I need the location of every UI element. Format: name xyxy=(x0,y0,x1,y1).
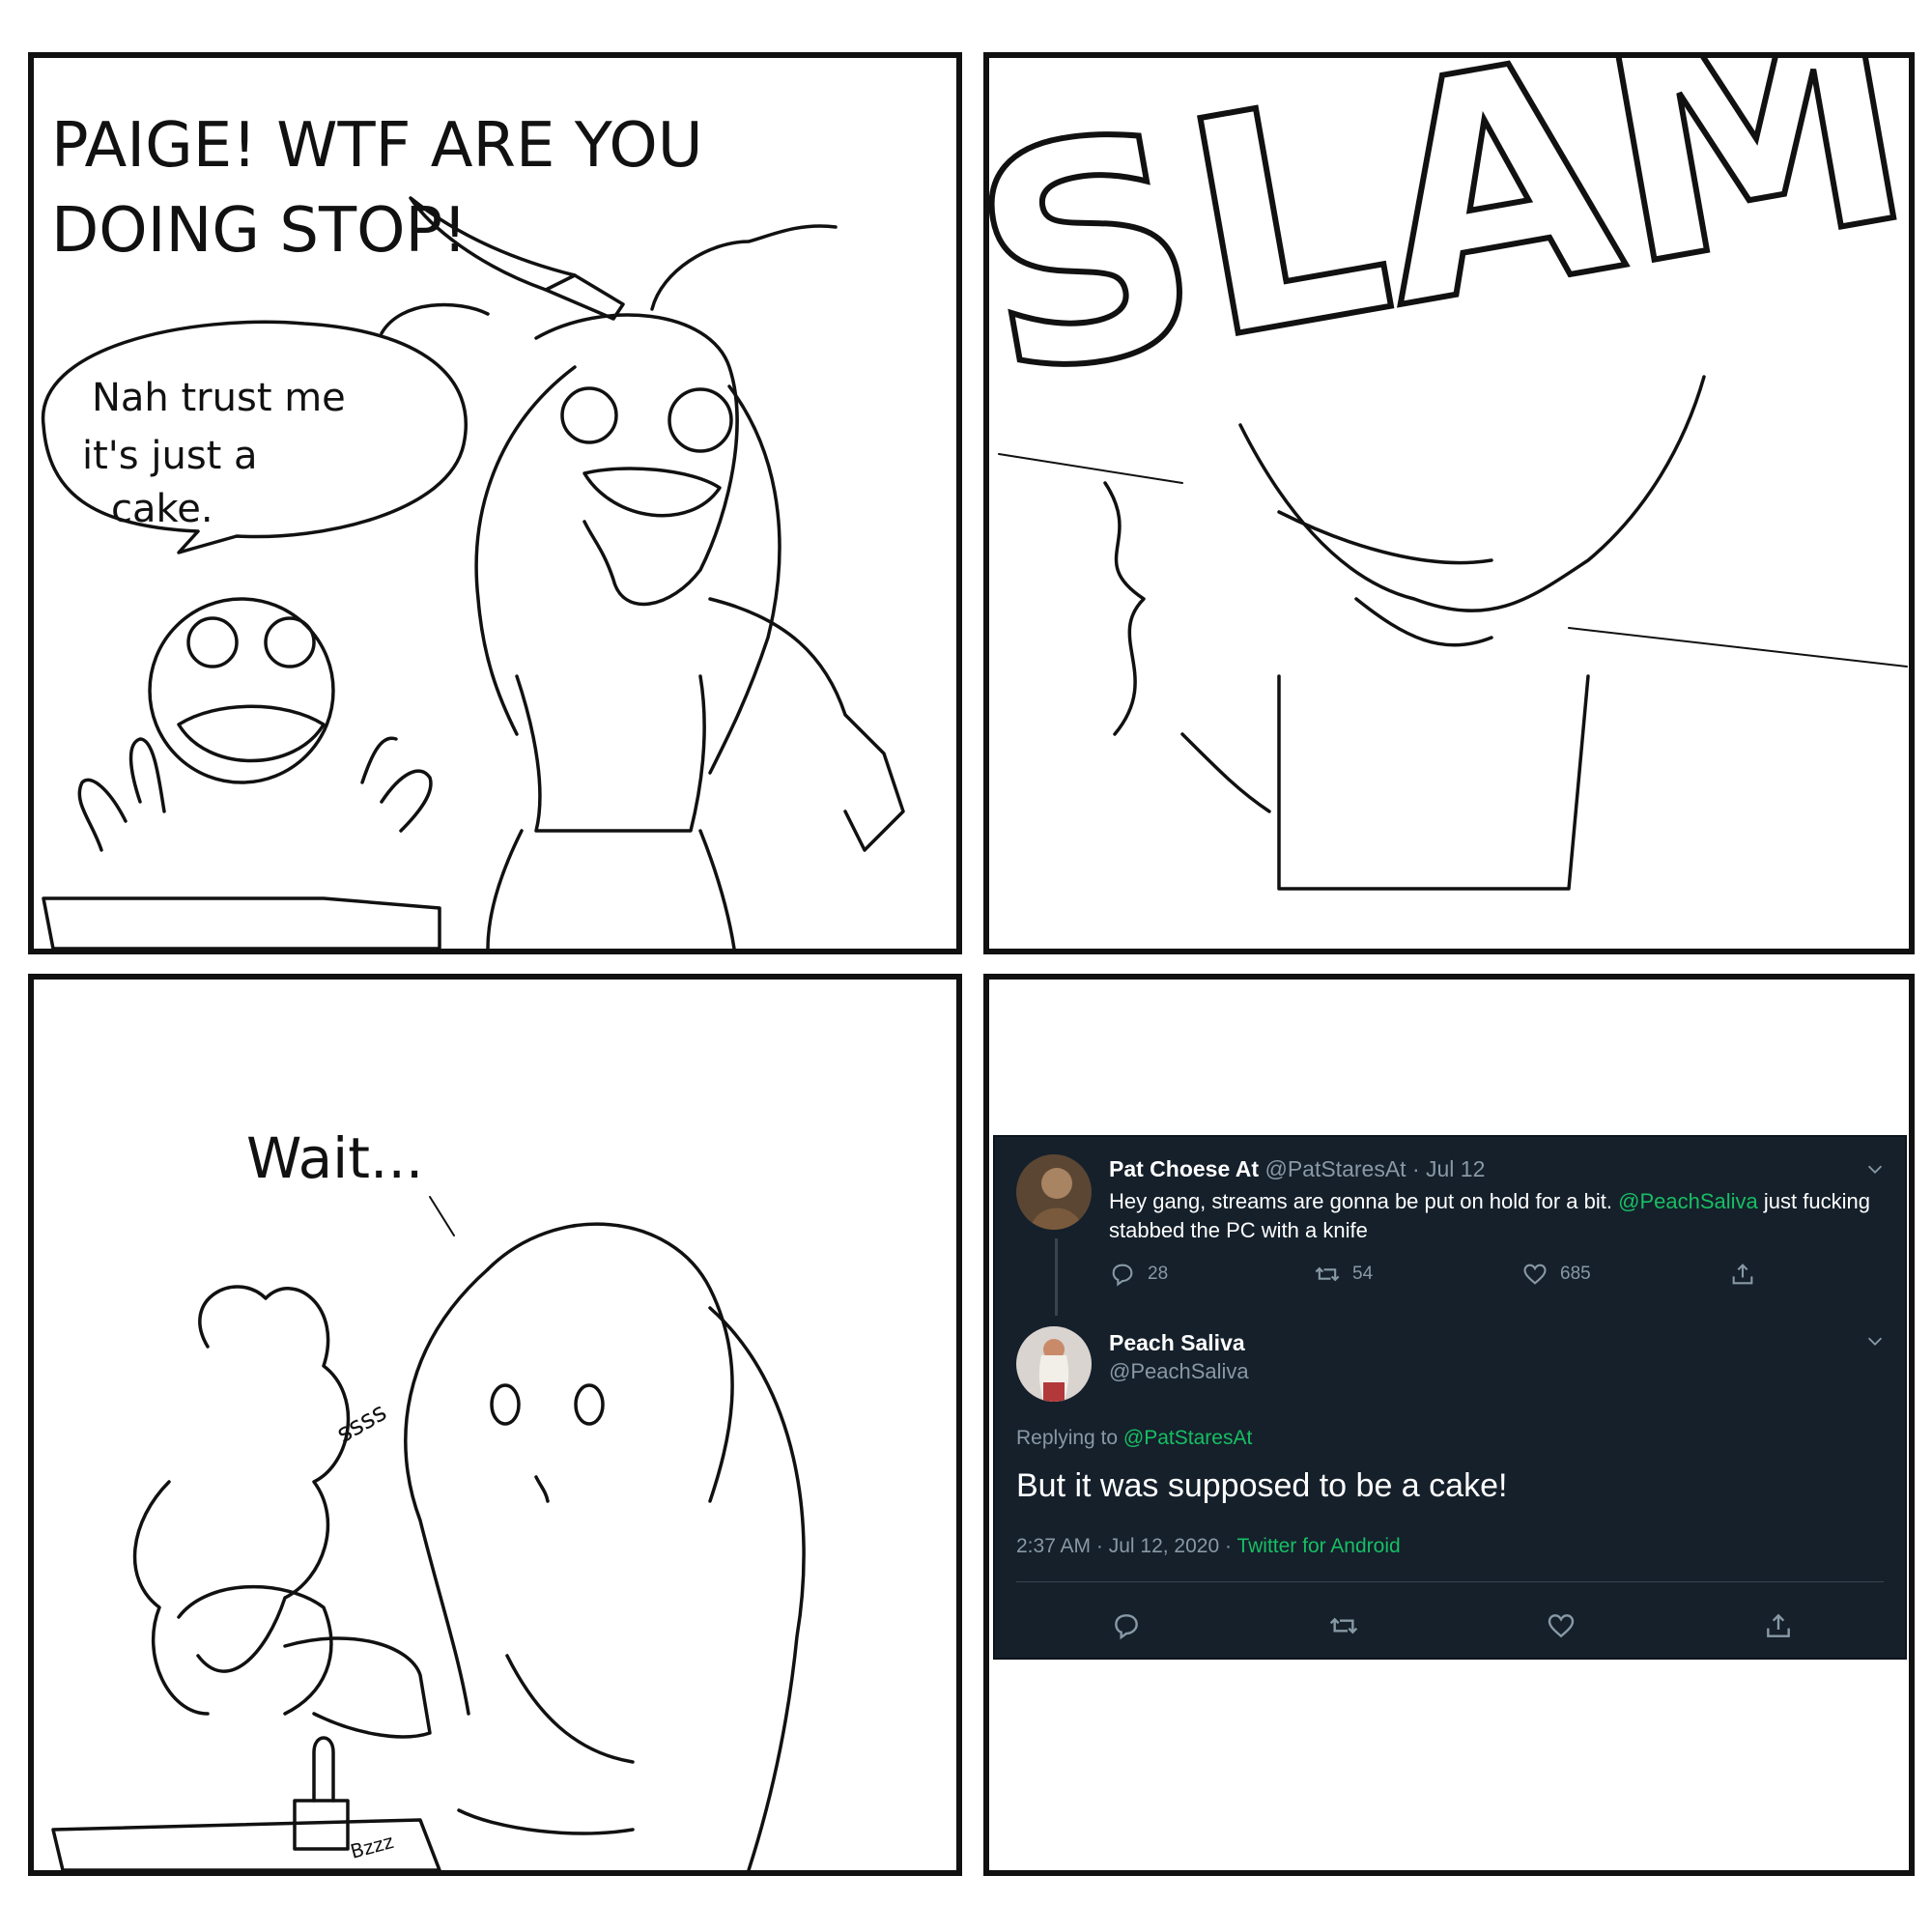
reply-text-line2: it's just a xyxy=(82,434,258,478)
cloud-outline xyxy=(650,224,838,311)
girl-hair-left xyxy=(474,365,577,736)
boy-mouth xyxy=(177,704,326,763)
pc-box xyxy=(42,896,441,949)
avatar-pat-image xyxy=(1016,1154,1092,1230)
wait-speech: Wait... xyxy=(246,1125,423,1191)
boy-head xyxy=(177,1584,333,1716)
tweet-author: Pat Choese At @PatStaresAt · Jul 12 xyxy=(1109,1156,1485,1182)
handle-pat[interactable]: @PatStaresAt xyxy=(1264,1156,1406,1181)
replying-label: Replying to xyxy=(1016,1427,1119,1449)
reply-action[interactable]: 28 xyxy=(1109,1261,1168,1288)
display-name-peach[interactable]: Peach Saliva xyxy=(1109,1330,1245,1356)
shout-text-line1: PAIGE! WTF ARE YOU xyxy=(51,110,703,182)
tweet-text-part1: Hey gang, streams are gonna be put on ho… xyxy=(1109,1189,1612,1213)
pc-case xyxy=(1277,674,1590,891)
like-action-2[interactable] xyxy=(1546,1610,1577,1641)
like-action[interactable]: 685 xyxy=(1521,1261,1591,1288)
thread-line xyxy=(1055,1238,1058,1316)
knife-handle xyxy=(312,1736,335,1803)
girl-eye-left xyxy=(560,386,618,444)
tweet-body: Hey gang, streams are gonna be put on ho… xyxy=(1109,1187,1872,1245)
girl-arm xyxy=(708,597,905,852)
boy-eye-left xyxy=(186,616,239,668)
share-icon xyxy=(1732,1264,1753,1285)
girl-arm xyxy=(283,1636,432,1739)
replying-to-link[interactable]: @PatStaresAt xyxy=(1123,1427,1252,1449)
divider xyxy=(1016,1581,1884,1582)
cloud-outline-left xyxy=(380,302,490,335)
reply-count: 28 xyxy=(1148,1264,1169,1284)
girl-hair-left xyxy=(404,1267,490,1716)
reply-timestamp-line: 2:37 AM · Jul 12, 2020 · Twitter for And… xyxy=(1016,1535,1401,1558)
retweet-icon xyxy=(1315,1266,1340,1282)
display-name-pat[interactable]: Pat Choese At xyxy=(1109,1156,1259,1181)
reply-icon xyxy=(1115,1614,1138,1640)
speech-tail xyxy=(429,1196,455,1236)
motion-lines xyxy=(998,453,1908,668)
impact-burst xyxy=(1103,481,1271,813)
panel-1-drawing: PAIGE! WTF ARE YOU DOING STOP! Nah trust… xyxy=(41,110,905,949)
like-icon xyxy=(1523,1264,1547,1285)
fist-outline xyxy=(1238,375,1706,612)
boy-hand-left xyxy=(77,737,166,852)
boy-eye-right xyxy=(264,616,316,668)
boy-hand-right xyxy=(360,736,433,833)
retweet-count: 54 xyxy=(1352,1264,1374,1284)
avatar-peach-image xyxy=(1016,1326,1092,1402)
comic-panel-2: SLAM xyxy=(983,52,1915,954)
girl-torso xyxy=(515,674,706,833)
tweet-screenshot: Pat Choese At @PatStaresAt · Jul 12 Hey … xyxy=(993,1135,1907,1660)
girl-hips xyxy=(486,829,736,949)
like-icon xyxy=(1548,1614,1575,1638)
retweet-icon xyxy=(1329,1617,1358,1634)
mention-link[interactable]: @PeachSaliva xyxy=(1618,1189,1758,1213)
reply-timestamp[interactable]: 2:37 AM · Jul 12, 2020 · xyxy=(1016,1535,1232,1557)
girl-mouth xyxy=(582,467,722,518)
reply-client[interactable]: Twitter for Android xyxy=(1236,1535,1400,1557)
like-count: 685 xyxy=(1560,1264,1591,1284)
avatar-pat[interactable] xyxy=(1016,1154,1092,1230)
girl-torso xyxy=(457,1654,635,1835)
shout-text-line2: DOING STOP! xyxy=(51,195,468,267)
reply-action-2[interactable] xyxy=(1111,1610,1142,1641)
slam-text: SLAM xyxy=(989,58,1909,445)
comic-panel-1: PAIGE! WTF ARE YOU DOING STOP! Nah trust… xyxy=(28,52,962,954)
tweet-date[interactable]: · Jul 12 xyxy=(1412,1156,1485,1181)
slam-sfx: SLAM xyxy=(989,58,1909,448)
sizzle-sfx: ssss xyxy=(332,1398,392,1449)
smoke-cloud-left xyxy=(132,1480,210,1716)
avatar-peach[interactable] xyxy=(1016,1326,1092,1402)
comic-panel-3: Wait... ssss Bzzz xyxy=(28,974,962,1876)
knife-in-pc xyxy=(293,1799,350,1851)
girl-head xyxy=(486,1222,734,1503)
girl-hair-right xyxy=(708,1306,806,1870)
reply-text: But it was supposed to be a cake! xyxy=(1016,1467,1508,1504)
reply-text-line1: Nah trust me xyxy=(92,376,346,420)
panel-2-drawing: SLAM xyxy=(989,58,1909,891)
girl-eye-left xyxy=(490,1383,521,1426)
replying-to-line: Replying to @PatStaresAt xyxy=(1016,1427,1252,1450)
chevron-down-icon[interactable] xyxy=(1864,1158,1886,1179)
handle-peach[interactable]: @PeachSaliva xyxy=(1109,1359,1249,1384)
retweet-action[interactable]: 54 xyxy=(1314,1261,1373,1288)
girl-mouth xyxy=(534,1475,550,1503)
girl-head xyxy=(534,313,739,607)
panel-3-drawing: Wait... ssss Bzzz xyxy=(51,1125,806,1870)
buzz-sfx: Bzzz xyxy=(348,1830,396,1863)
share-action[interactable] xyxy=(1729,1261,1756,1288)
reply-icon xyxy=(1112,1264,1133,1287)
share-action-2[interactable] xyxy=(1763,1610,1794,1641)
girl-eye-right xyxy=(574,1383,605,1426)
reply-text-line3: cake. xyxy=(111,487,213,531)
retweet-action-2[interactable] xyxy=(1328,1610,1359,1641)
knife-handle xyxy=(544,273,625,321)
chevron-down-icon[interactable] xyxy=(1864,1330,1886,1351)
girl-eye-right xyxy=(668,387,733,453)
share-icon xyxy=(1767,1613,1790,1637)
